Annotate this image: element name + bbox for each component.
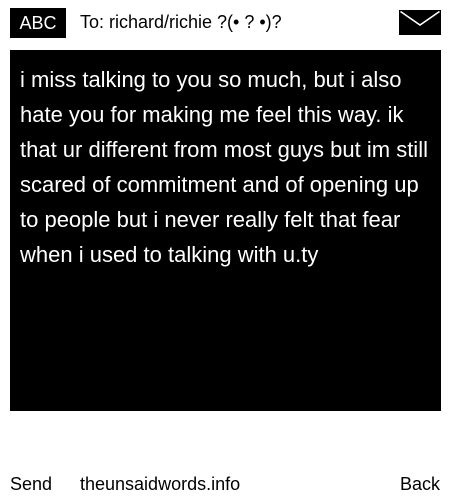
send-button[interactable]: Send xyxy=(10,473,52,495)
back-button[interactable]: Back xyxy=(400,473,440,495)
input-mode-badge[interactable]: ABC xyxy=(10,8,66,38)
recipient-field[interactable]: To: richard/richie ?(• ? •)? xyxy=(80,10,282,34)
message-body: i miss talking to you so much, but i als… xyxy=(20,67,428,267)
envelope-icon[interactable] xyxy=(399,10,441,35)
message-compose-area[interactable]: i miss talking to you so much, but i als… xyxy=(10,50,441,411)
site-label: theunsaidwords.info xyxy=(80,474,241,494)
